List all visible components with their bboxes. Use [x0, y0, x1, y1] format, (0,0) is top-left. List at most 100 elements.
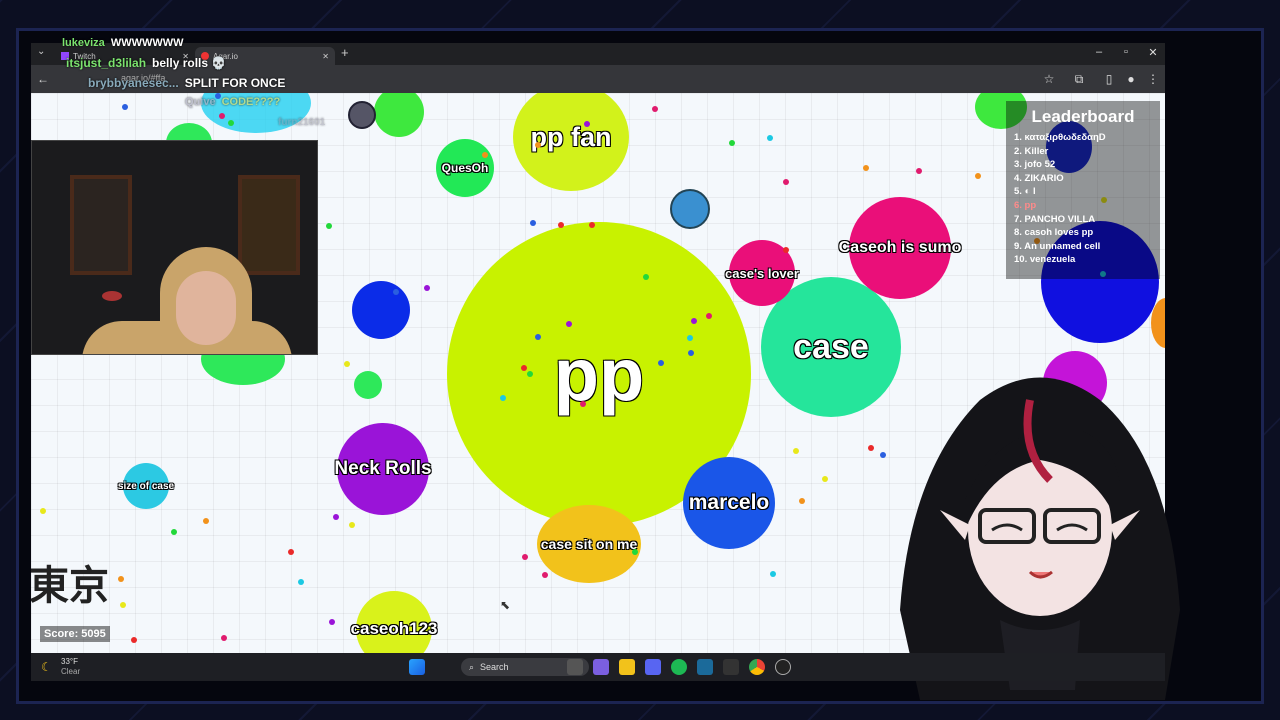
file-explorer-icon[interactable] — [619, 659, 635, 675]
food-pellet — [975, 173, 981, 179]
leaderboard-item: 8. casoh loves pp — [1014, 227, 1094, 239]
chrome-icon[interactable] — [749, 659, 765, 675]
food-pellet — [326, 223, 332, 229]
leaderboard-panel: Leaderboard 1. καταξιρθωδεδαηD 2. Killer… — [1006, 101, 1160, 279]
food-pellet — [566, 321, 572, 327]
new-tab-icon[interactable]: + — [341, 45, 349, 60]
windows-taskbar: ☾ 33°F Clear ⌕ Search — [31, 653, 1165, 681]
food-pellet — [632, 549, 638, 555]
tab-list-icon[interactable]: ⌄ — [37, 46, 45, 57]
bookmark-star-icon[interactable]: ☆ — [1041, 72, 1057, 86]
leaderboard-item: 1. καταξιρθωδεδαηD — [1014, 132, 1106, 143]
cell-caseoh123: caseoh123 — [351, 591, 437, 653]
fox-skin-cell — [670, 189, 710, 229]
food-pellet — [527, 371, 533, 377]
chat-username: lukeviza — [62, 37, 105, 49]
cell-label: Neck Rolls — [334, 458, 432, 479]
food-pellet — [500, 395, 506, 401]
chat-message: lukeviza WWWWWWW — [62, 37, 184, 49]
task-view-icon[interactable] — [567, 659, 583, 675]
food-pellet — [793, 448, 799, 454]
food-pellet — [799, 498, 805, 504]
food-pellet — [589, 222, 595, 228]
food-pellet — [203, 518, 209, 524]
minimize-icon[interactable]: – — [1089, 46, 1109, 58]
spotify-icon[interactable] — [671, 659, 687, 675]
food-pellet — [530, 220, 536, 226]
blue-cell — [352, 281, 410, 339]
food-pellet — [822, 476, 828, 482]
close-tab-icon[interactable]: ✕ — [322, 52, 329, 61]
chat-username: Quive — [185, 96, 216, 108]
leaderboard-item: 9. An unnamed cell — [1014, 240, 1101, 252]
steam-icon[interactable] — [697, 659, 713, 675]
menu-kebab-icon[interactable]: ⋮ — [1145, 72, 1161, 86]
cell-size-of-case: size of case — [118, 463, 174, 509]
cell-tokyo-partial: 東京 — [31, 553, 109, 611]
chat-username: furn21601 — [278, 117, 326, 128]
cell-label: marcelo — [688, 491, 770, 514]
close-window-icon[interactable]: ✕ — [1143, 46, 1163, 59]
leaderboard-item: 4. ZIKARIO — [1014, 172, 1064, 184]
food-pellet — [652, 106, 658, 112]
food-pellet — [219, 113, 225, 119]
leaderboard-title: Leaderboard — [1031, 107, 1135, 126]
chat-message: Quive CODE???? — [185, 96, 280, 108]
mouse-cursor-icon: ⬉ — [500, 598, 511, 612]
moon-weather-icon: ☾ — [41, 660, 52, 674]
sidebar-icon[interactable]: ▯ — [1101, 72, 1117, 86]
small-green-cell — [354, 371, 382, 399]
food-pellet — [868, 445, 874, 451]
chat-text: WWWWWWW — [110, 37, 184, 49]
window-left — [70, 175, 132, 275]
profile-icon[interactable]: ● — [1123, 72, 1139, 86]
food-pellet — [542, 572, 548, 578]
food-pellet — [691, 318, 697, 324]
food-pellet — [783, 179, 789, 185]
food-pellet — [349, 522, 355, 528]
food-pellet — [120, 602, 126, 608]
cell-marcelo: marcelo — [683, 457, 775, 549]
window-right — [238, 175, 300, 275]
cell-label: caseoh123 — [350, 619, 438, 638]
maximize-icon[interactable]: ▫ — [1116, 46, 1136, 58]
chat-message: itsjust_d3lilah belly rolls 💀 — [66, 56, 226, 70]
cell-label: QuesOh — [441, 161, 489, 175]
food-pellet — [522, 554, 528, 560]
food-pellet — [298, 579, 304, 585]
food-pellet — [393, 289, 399, 295]
windows-start-icon[interactable] — [409, 659, 425, 675]
food-pellet — [643, 274, 649, 280]
food-pellet — [288, 549, 294, 555]
leaderboard-item: 2. Killer — [1014, 145, 1049, 157]
skin-cell — [348, 101, 376, 129]
food-pellet — [558, 222, 564, 228]
food-pellet — [535, 142, 541, 148]
partial-cell — [374, 93, 424, 137]
chat-message: brybbyanesec... SPLIT FOR ONCE — [88, 76, 285, 90]
food-pellet — [706, 313, 712, 319]
food-pellet — [658, 360, 664, 366]
unreal-icon[interactable] — [775, 659, 791, 675]
chat-text: SPLIT FOR ONCE — [184, 76, 286, 90]
chat-app-icon[interactable] — [593, 659, 609, 675]
app-icon[interactable] — [723, 659, 739, 675]
chat-username: brybbyanesec... — [88, 76, 179, 90]
food-pellet — [584, 121, 590, 127]
food-pellet — [916, 168, 922, 174]
chat-text: belly rolls 💀 — [152, 56, 227, 70]
leaderboard-item: 10. venezuela — [1014, 254, 1076, 266]
cell-case-sit-on-me: case sit on me — [537, 505, 641, 583]
extensions-icon[interactable]: ⧉ — [1071, 72, 1087, 87]
food-pellet — [171, 529, 177, 535]
cell-quesoh: QuesOh — [436, 139, 494, 197]
lamp-glow — [102, 291, 122, 301]
food-pellet — [221, 635, 227, 641]
cell-label: case — [793, 327, 869, 366]
discord-icon[interactable] — [645, 659, 661, 675]
back-icon[interactable]: ← — [35, 72, 51, 86]
food-pellet — [535, 334, 541, 340]
food-pellet — [783, 247, 789, 253]
food-pellet — [767, 135, 773, 141]
search-icon: ⌕ — [469, 661, 475, 672]
